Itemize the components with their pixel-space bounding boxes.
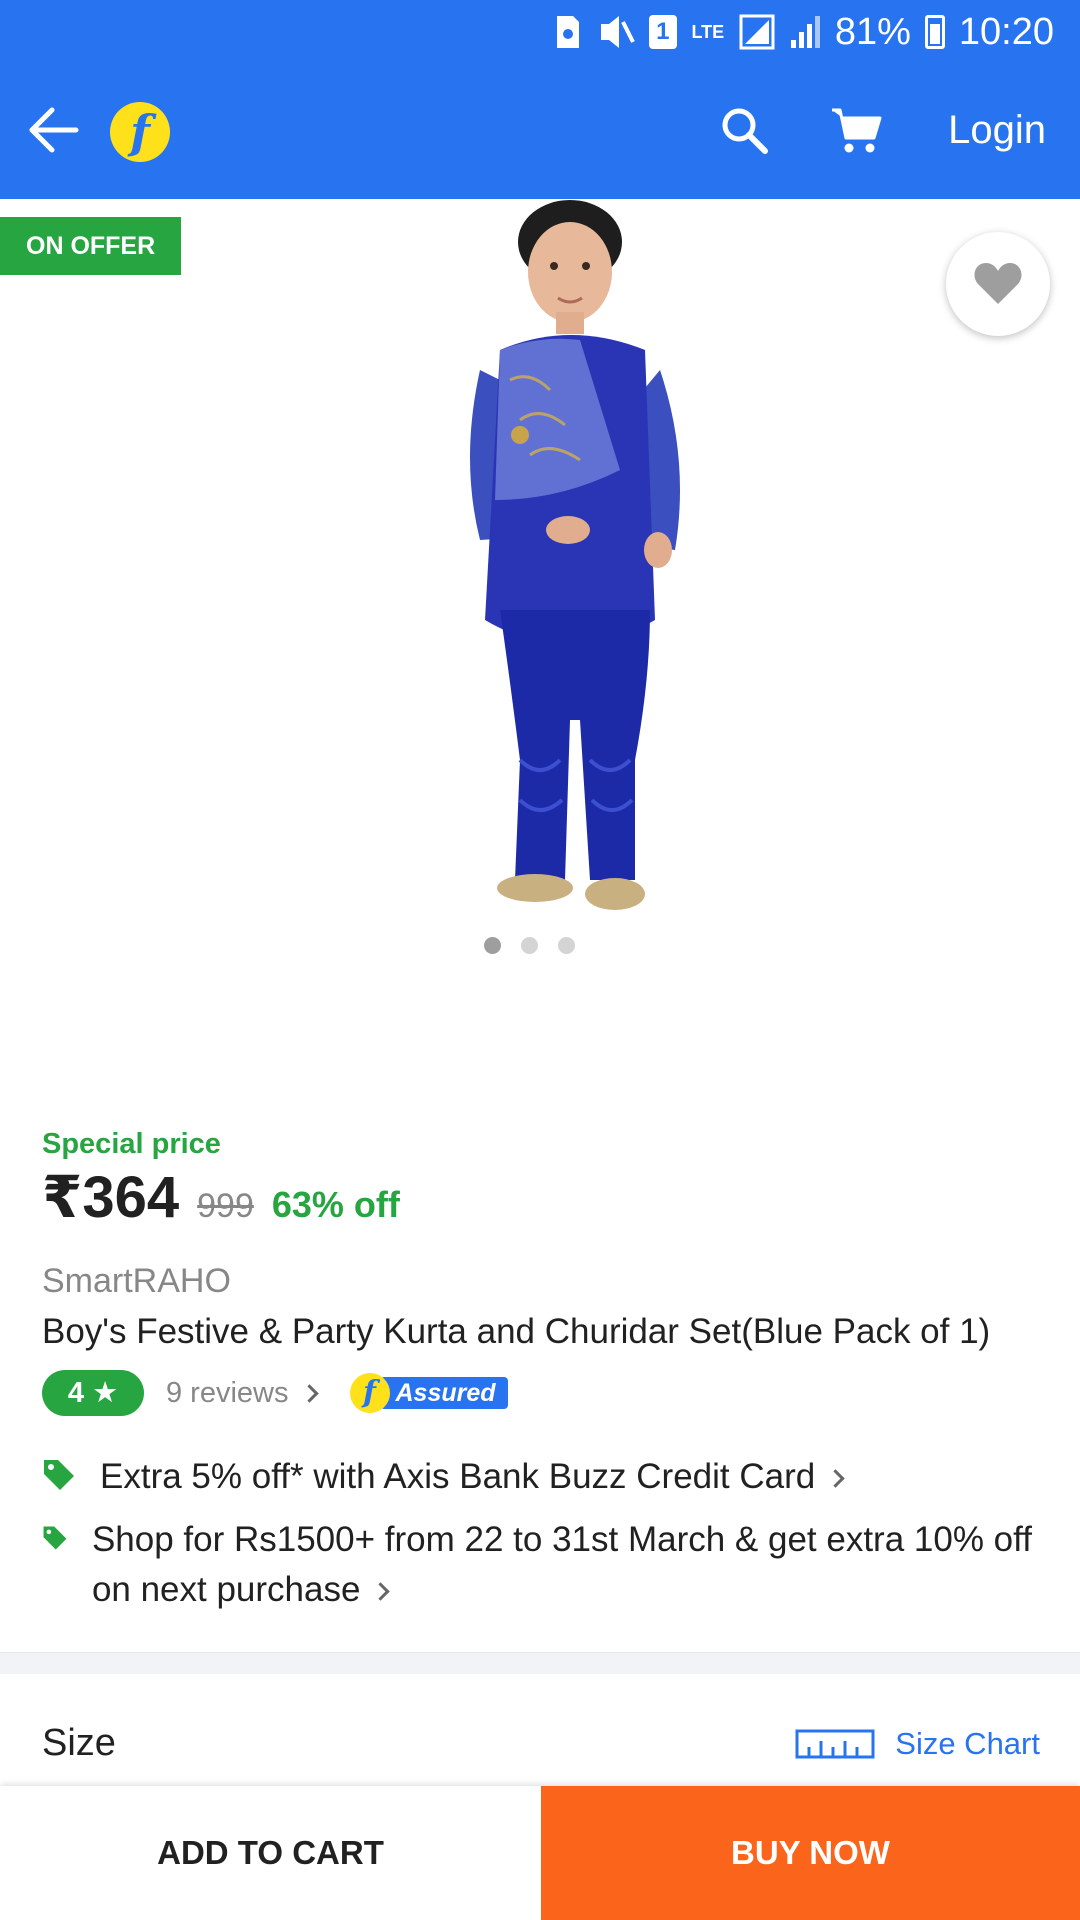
offer-text: Shop for Rs1500+ from 22 to 31st March &… [91,1520,1032,1609]
assured-logo-icon: f [349,1373,390,1413]
back-arrow-icon[interactable] [26,102,82,158]
battery-percent: 81% [834,10,911,53]
offer-item[interactable]: Shop for Rs1500+ from 22 to 31st March &… [42,1515,1042,1615]
rating-badge[interactable]: 4 ★ [42,1370,144,1416]
rating-row: 4 ★ 9 reviews f Assured [42,1370,508,1416]
assured-badge: f Assured [349,1373,508,1413]
special-price-label: Special price [42,1128,221,1160]
section-divider [0,1652,1080,1674]
size-heading: Size [42,1722,116,1764]
carousel-dot-1[interactable] [484,937,501,954]
assured-label: Assured [379,1377,508,1409]
tag-icon [43,1526,67,1550]
clock: 10:20 [958,10,1054,53]
chevron-right-icon [371,1582,391,1601]
status-bar: 1 LTE 81% 10:20 [0,0,1080,64]
selling-price: ₹364 [42,1165,180,1230]
status-icons: 1 LTE 81% 10:20 [555,10,1054,54]
logo-letter: f [130,105,150,159]
size-chart-link[interactable]: Size Chart [795,1726,1040,1762]
wifi-signal-icon [790,16,820,48]
size-chart-label: Size Chart [895,1726,1040,1761]
carousel-dot-3[interactable] [558,937,575,954]
price-row: ₹364 999 63% off [42,1163,400,1231]
sim-slot-badge: 1 [648,15,677,49]
reviews-count: 9 reviews [166,1376,289,1409]
tag-icon [44,1460,74,1490]
heart-icon [974,263,1022,304]
buy-now-button[interactable]: BUY NOW [541,1786,1080,1920]
bottom-action-bar: ADD TO CART BUY NOW [0,1786,1080,1920]
add-to-cart-button[interactable]: ADD TO CART [0,1786,541,1920]
login-button[interactable]: Login [948,104,1046,156]
on-offer-badge: ON OFFER [0,217,182,275]
sim-card-icon [556,16,579,48]
vibrate-icon [600,16,635,48]
product-image[interactable] [440,200,730,920]
chevron-right-icon [826,1469,845,1488]
product-title: Boy's Festive & Party Kurta and Churidar… [42,1312,991,1351]
image-carousel-dots [484,937,575,954]
chevron-right-icon [299,1384,319,1404]
ruler-icon [795,1729,875,1759]
search-icon[interactable] [718,104,770,156]
reviews-link[interactable]: 9 reviews [166,1376,319,1410]
app-header: f Login [0,64,1080,199]
offer-item[interactable]: Extra 5% off* with Axis Bank Buzz Credit… [42,1452,845,1502]
battery-icon [924,15,945,49]
flipkart-logo[interactable]: f [110,102,170,162]
wishlist-button[interactable] [946,232,1050,336]
brand-name[interactable]: SmartRAHO [42,1262,231,1301]
network-type: LTE [691,22,725,42]
mrp-price: 999 [197,1187,254,1225]
cart-icon[interactable] [830,104,882,156]
signal-icon [739,14,775,50]
carousel-dot-2[interactable] [521,937,538,954]
offer-text: Extra 5% off* with Axis Bank Buzz Credit… [100,1452,845,1502]
discount-percent: 63% off [271,1184,400,1225]
